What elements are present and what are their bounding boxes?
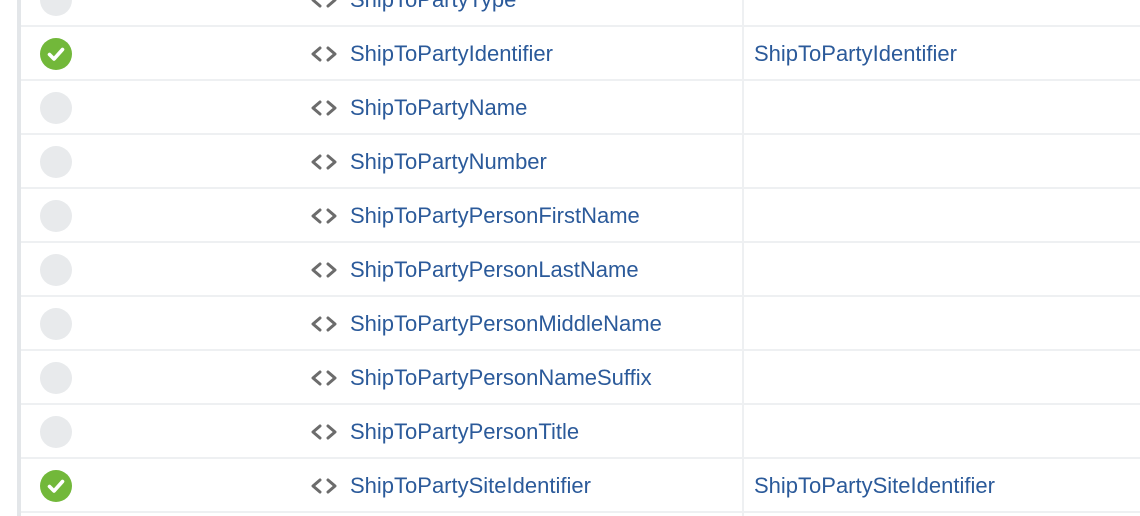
code-brackets-icon xyxy=(311,262,337,278)
code-brackets-icon xyxy=(311,46,337,62)
check-circle-icon xyxy=(40,38,72,70)
status-unmapped-icon xyxy=(40,416,72,448)
element-name-link[interactable]: ShipToPartyType xyxy=(350,0,516,14)
code-brackets-icon xyxy=(311,208,337,224)
status-unmapped-icon xyxy=(40,308,72,340)
status-unmapped-icon xyxy=(40,0,72,16)
status-unmapped-icon xyxy=(40,254,72,286)
table-row[interactable]: ShipToPartyName xyxy=(21,81,1140,135)
check-circle-icon xyxy=(40,470,72,502)
element-name-link[interactable]: ShipToPartyPersonMiddleName xyxy=(350,310,662,338)
element-name-link[interactable]: ShipToPartyName xyxy=(350,94,527,122)
table-row[interactable]: ShipToPartyPersonFirstName xyxy=(21,189,1140,243)
table-row[interactable]: ShipToPartyPersonTitle xyxy=(21,405,1140,459)
code-brackets-icon xyxy=(311,478,337,494)
code-brackets-icon xyxy=(311,370,337,386)
table-row[interactable]: ShipToPartyType xyxy=(21,0,1140,27)
element-name-link[interactable]: ShipToPartyPersonFirstName xyxy=(350,202,640,230)
status-unmapped-icon xyxy=(40,146,72,178)
element-mapping-table: ShipToPartyType ShipToPartyIdentifier Sh… xyxy=(21,0,1140,513)
element-name-link[interactable]: ShipToPartySiteIdentifier xyxy=(350,472,591,500)
mapping-value: ShipToPartyIdentifier xyxy=(754,41,957,66)
table-row[interactable]: ShipToPartyPersonMiddleName xyxy=(21,297,1140,351)
element-name-link[interactable]: ShipToPartyNumber xyxy=(350,148,547,176)
code-brackets-icon xyxy=(311,154,337,170)
status-unmapped-icon xyxy=(40,200,72,232)
code-brackets-icon xyxy=(311,100,337,116)
element-name-link[interactable]: ShipToPartyPersonNameSuffix xyxy=(350,364,652,392)
element-name-link[interactable]: ShipToPartyPersonLastName xyxy=(350,256,639,284)
element-name-link[interactable]: ShipToPartyIdentifier xyxy=(350,40,553,68)
code-brackets-icon xyxy=(311,424,337,440)
table-row[interactable]: ShipToPartyPersonNameSuffix xyxy=(21,351,1140,405)
table-row[interactable]: ShipToPartyPersonLastName xyxy=(21,243,1140,297)
status-unmapped-icon xyxy=(40,92,72,124)
table-row[interactable]: ShipToPartySiteIdentifier ShipToPartySit… xyxy=(21,459,1140,513)
code-brackets-icon xyxy=(311,0,337,8)
mapping-page: ShipToPartyType ShipToPartyIdentifier Sh… xyxy=(0,0,1140,516)
element-name-link[interactable]: ShipToPartyPersonTitle xyxy=(350,418,579,446)
table-row[interactable]: ShipToPartyIdentifier ShipToPartyIdentif… xyxy=(21,27,1140,81)
code-brackets-icon xyxy=(311,316,337,332)
status-unmapped-icon xyxy=(40,362,72,394)
mapping-value: ShipToPartySiteIdentifier xyxy=(754,473,995,498)
table-row[interactable]: ShipToPartyNumber xyxy=(21,135,1140,189)
